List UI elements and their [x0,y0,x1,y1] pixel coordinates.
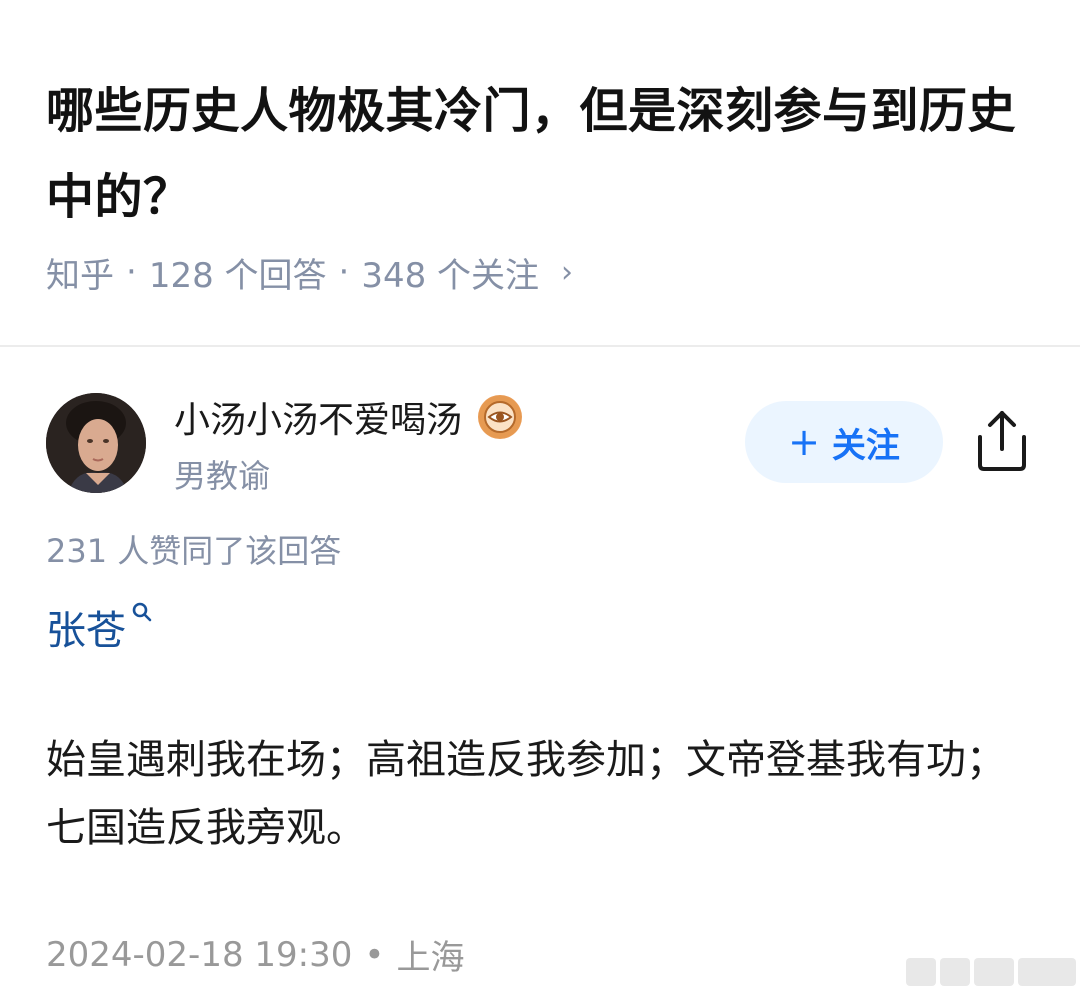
eye-badge-icon [478,395,523,439]
share-icon [978,411,1026,471]
answer-date: 2024-02-18 19:30 [46,934,353,975]
author-name: 小汤小汤不爱喝汤 [174,400,463,441]
answer-location: 上海 [396,938,465,978]
watermark-block [906,958,936,986]
follower-count: 348 个关注 [361,255,540,296]
watermark [900,954,1076,990]
watermark-block [1018,958,1076,986]
answer-footer: 2024-02-18 19:30 • 上海 [46,930,464,979]
share-button[interactable] [970,405,1034,473]
topic-link-text: 张苍 [46,608,126,654]
like-count: 231 人赞同了该回答 [46,532,342,570]
topic-link[interactable]: 张苍 [46,598,152,654]
author-name-row[interactable]: 小汤小汤不爱喝汤 [174,395,523,441]
divider [0,345,1080,347]
watermark-block [974,958,1014,986]
footer-separator: • [364,934,385,975]
source-label: 知乎 [46,255,114,296]
meta-dot: · [338,252,350,292]
answer-count: 128 个回答 [148,255,327,296]
follow-label: 关注 [831,425,900,466]
question-meta[interactable]: 知乎 · 128 个回答 · 348 个关注 › [46,248,573,296]
avatar[interactable] [46,393,146,493]
meta-dot: · [126,252,137,292]
author-bio: 男教谕 [174,457,271,495]
plus-icon: + [788,420,820,464]
search-icon [132,602,152,622]
answer-content: 始皇遇刺我在场；高祖造反我参加；文帝登基我有功；七国造反我旁观。 [46,737,1006,851]
question-title: 哪些历史人物极其冷门，但是深刻参与到历史中的？ [46,83,1017,225]
author-row: 小汤小汤不爱喝汤 男教谕 + 关注 [46,393,1036,495]
chevron-right-icon: › [561,254,574,290]
follow-button[interactable]: + 关注 [745,401,943,483]
watermark-block [940,958,970,986]
